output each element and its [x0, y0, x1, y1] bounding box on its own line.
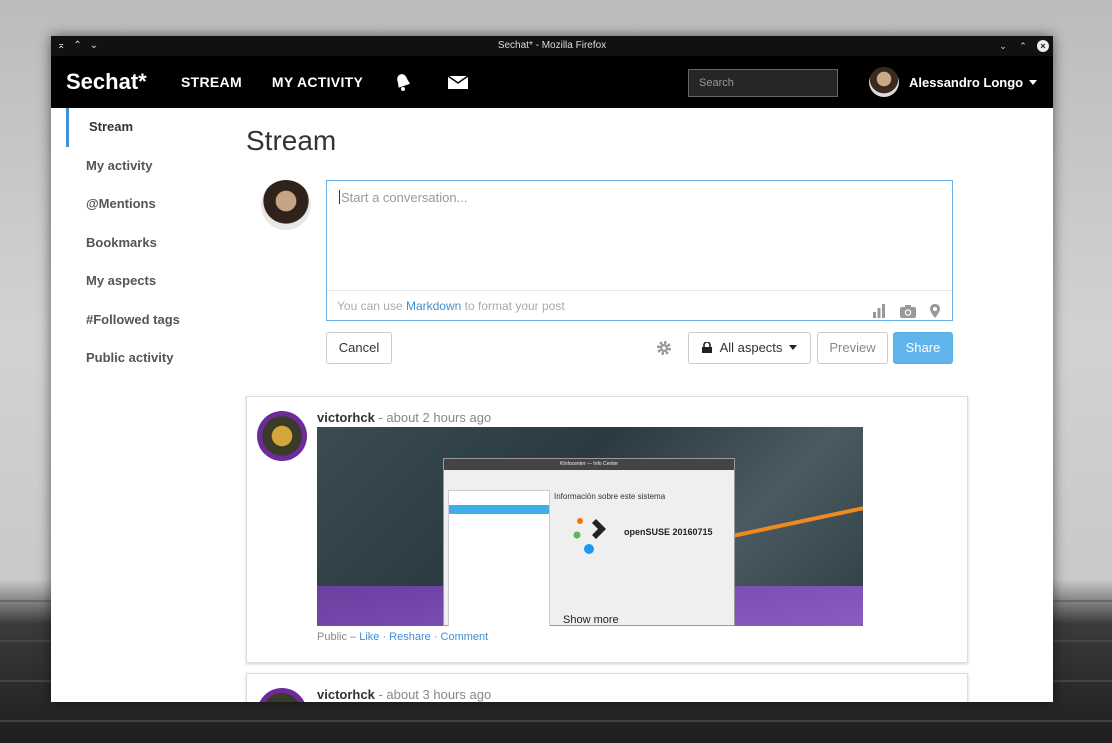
- nav-stream[interactable]: STREAM: [181, 74, 242, 90]
- sidebar-item-bookmarks[interactable]: Bookmarks: [66, 224, 236, 263]
- post-header: victorhck - about 3 hours ago: [317, 687, 491, 702]
- shade-down-icon[interactable]: ⌄: [90, 36, 98, 56]
- preview-button[interactable]: Preview: [817, 332, 888, 364]
- sidebar-item-mentions[interactable]: @Mentions: [66, 185, 236, 224]
- page-title: Stream: [246, 125, 337, 156]
- main-content: Stream Start a conversation... You can u…: [246, 108, 968, 702]
- nav-my-activity[interactable]: MY ACTIVITY: [272, 74, 363, 90]
- maximize-icon[interactable]: ⌃: [1017, 40, 1029, 52]
- brand-logo[interactable]: Sechat*: [66, 69, 181, 95]
- keep-above-icon[interactable]: ⌅: [57, 36, 65, 56]
- search-input[interactable]: Search: [688, 69, 838, 97]
- lock-icon: [701, 340, 712, 355]
- post-author[interactable]: victorhck: [317, 687, 375, 702]
- post-composer[interactable]: Start a conversation... You can use Mark…: [326, 180, 953, 321]
- camera-icon[interactable]: [900, 299, 916, 329]
- composer-avatar: [261, 180, 311, 230]
- post-visibility: Public: [317, 631, 347, 643]
- post-footer: Public – Like · Reshare · Comment: [317, 631, 489, 643]
- post-author[interactable]: victorhck: [317, 410, 375, 425]
- stream-post: victorhck - about 3 hours ago: [246, 673, 968, 702]
- comment-link[interactable]: Comment: [441, 631, 489, 643]
- post-timestamp[interactable]: - about 2 hours ago: [378, 410, 491, 425]
- poll-chart-icon[interactable]: [872, 299, 886, 329]
- close-icon[interactable]: ×: [1037, 40, 1049, 52]
- stream-post: victorhck - about 2 hours ago KInfocente…: [246, 396, 968, 663]
- caret-down-icon[interactable]: [1029, 79, 1038, 85]
- minimize-icon[interactable]: ⌄: [997, 40, 1009, 52]
- user-avatar[interactable]: [869, 67, 899, 97]
- post-timestamp[interactable]: - about 3 hours ago: [378, 687, 491, 702]
- aspects-label: All aspects: [719, 340, 783, 355]
- image-heading: Información sobre este sistema: [554, 492, 666, 501]
- messages-envelope-icon[interactable]: [447, 74, 469, 90]
- post-header: victorhck - about 2 hours ago: [317, 410, 491, 425]
- like-link[interactable]: Like: [359, 631, 379, 643]
- top-navbar: Sechat* STREAM MY ACTIVITY Search Alessa…: [51, 56, 1053, 108]
- reshare-link[interactable]: Reshare: [389, 631, 431, 643]
- post-author-avatar[interactable]: [257, 411, 307, 461]
- cancel-button[interactable]: Cancel: [326, 332, 392, 364]
- location-pin-icon[interactable]: [930, 299, 940, 329]
- user-menu[interactable]: Alessandro Longo: [869, 66, 1038, 98]
- sidebar-item-public-activity[interactable]: Public activity: [66, 339, 236, 378]
- sidebar-nav: Stream My activity @Mentions Bookmarks M…: [66, 108, 236, 378]
- kde-logo-icon: [573, 518, 606, 554]
- kinfocenter-window-image: KInfocenter — Info Center Información so…: [443, 458, 735, 626]
- notifications-bell-icon[interactable]: [393, 72, 413, 92]
- sidebar-item-followed-tags[interactable]: #Followed tags: [66, 301, 236, 340]
- image-window-title: KInfocenter — Info Center: [444, 459, 734, 470]
- sidebar-item-stream[interactable]: Stream: [66, 108, 236, 147]
- shade-up-icon[interactable]: ⌃: [73, 36, 81, 56]
- image-os-name: openSUSE 20160715: [624, 527, 713, 537]
- aspects-dropdown[interactable]: All aspects: [688, 332, 811, 364]
- markdown-link[interactable]: Markdown: [406, 299, 461, 313]
- composer-textarea[interactable]: Start a conversation...: [327, 181, 952, 291]
- caret-down-icon: [789, 345, 798, 350]
- share-button[interactable]: Share: [893, 332, 953, 364]
- post-author-avatar[interactable]: [257, 688, 307, 702]
- sidebar-item-my-aspects[interactable]: My aspects: [66, 262, 236, 301]
- composer-footer: You can use Markdown to format your post: [327, 290, 952, 320]
- composer-placeholder: Start a conversation...: [341, 190, 468, 205]
- show-more-link[interactable]: Show more: [563, 614, 619, 626]
- window-title: Sechat* - Mozilla Firefox: [497, 40, 607, 51]
- window-titlebar: ⌅ ⌃ ⌄ Sechat* - Mozilla Firefox ⌄ ⌃ ×: [51, 36, 1053, 56]
- post-image-screenshot[interactable]: KInfocenter — Info Center Información so…: [317, 427, 863, 626]
- sidebar-item-my-activity[interactable]: My activity: [66, 147, 236, 186]
- user-name[interactable]: Alessandro Longo: [909, 75, 1023, 90]
- gear-icon[interactable]: [656, 340, 672, 361]
- browser-window: ⌅ ⌃ ⌄ Sechat* - Mozilla Firefox ⌄ ⌃ × Se…: [51, 36, 1053, 702]
